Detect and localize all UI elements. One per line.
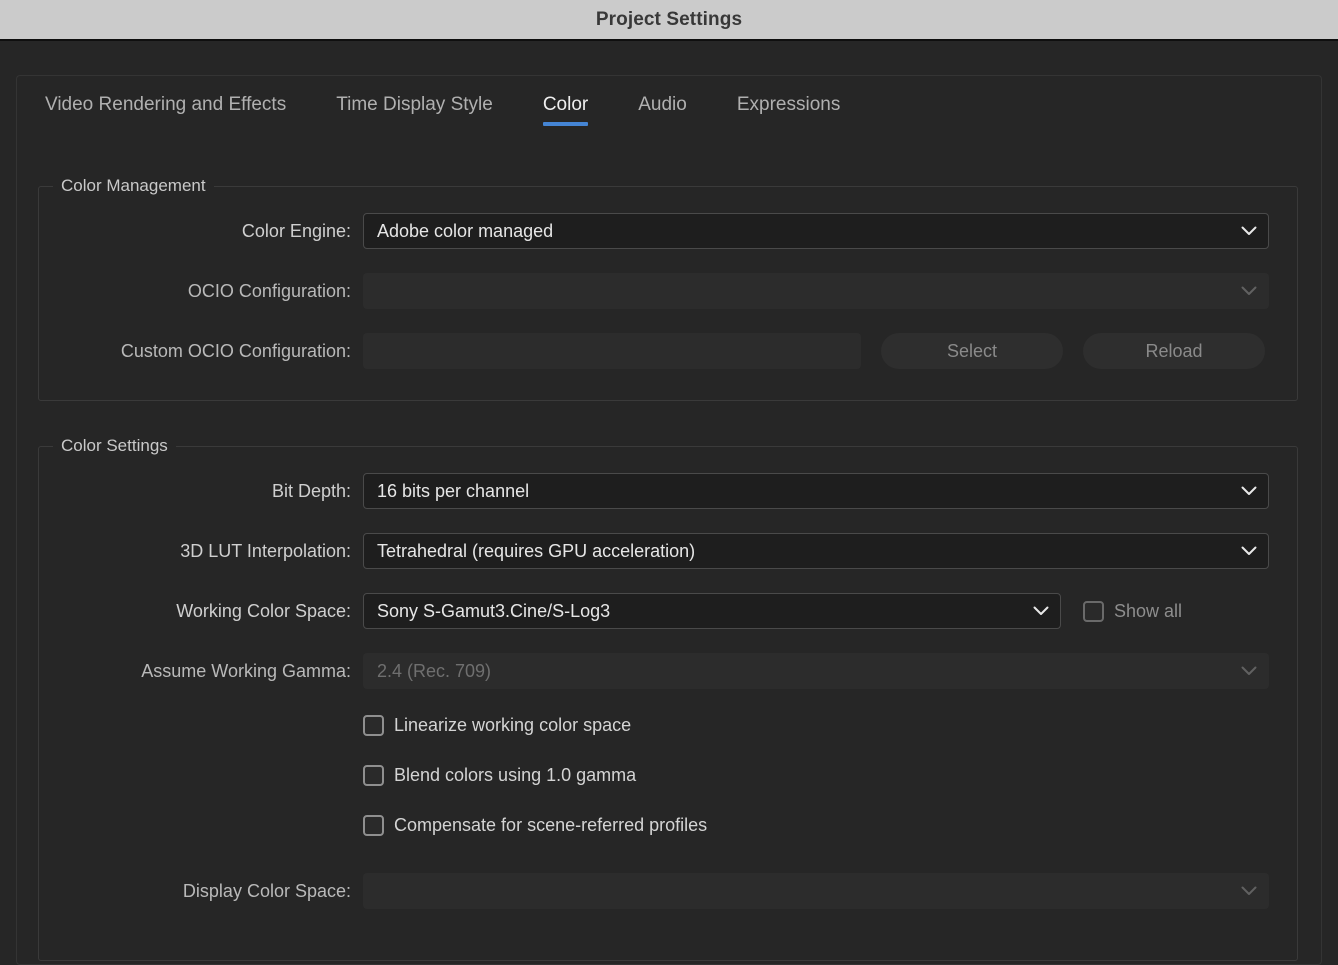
checkbox-blend-colors-using-1-0-gamma[interactable]: Blend colors using 1.0 gamma xyxy=(363,765,636,786)
checkbox-label: Linearize working color space xyxy=(394,715,631,736)
ocio-configuration-dropdown xyxy=(363,273,1269,309)
checkbox-label: Blend colors using 1.0 gamma xyxy=(394,765,636,786)
window-titlebar: Project Settings xyxy=(0,0,1338,41)
tab-panel: Video Rendering and Effects Time Display… xyxy=(16,75,1322,965)
show-all-label: Show all xyxy=(1114,601,1182,622)
assume-working-gamma-label: Assume Working Gamma: xyxy=(39,661,351,682)
chevron-down-icon xyxy=(1241,886,1257,896)
tab-label: Video Rendering and Effects xyxy=(45,94,286,115)
display-color-space-label: Display Color Space: xyxy=(39,881,351,902)
group-color-settings-legend: Color Settings xyxy=(53,436,176,456)
tab-label: Time Display Style xyxy=(336,94,493,115)
tab-label: Audio xyxy=(638,94,687,115)
group-color-management-legend: Color Management xyxy=(53,176,214,196)
select-button: Select xyxy=(881,333,1063,369)
assume-working-gamma-dropdown: 2.4 (Rec. 709) xyxy=(363,653,1269,689)
row-color-engine: Color Engine: Adobe color managed xyxy=(39,213,1279,249)
chevron-down-icon xyxy=(1241,226,1257,236)
assume-working-gamma-value: 2.4 (Rec. 709) xyxy=(364,661,491,682)
project-settings-dialog: Video Rendering and Effects Time Display… xyxy=(0,43,1338,950)
working-color-space-dropdown[interactable]: Sony S-Gamut3.Cine/S-Log3 xyxy=(363,593,1061,629)
tab-audio[interactable]: Audio xyxy=(638,94,687,126)
checkbox-box[interactable] xyxy=(363,815,384,836)
working-color-space-value: Sony S-Gamut3.Cine/S-Log3 xyxy=(364,601,610,622)
lut-interpolation-dropdown[interactable]: Tetrahedral (requires GPU acceleration) xyxy=(363,533,1269,569)
row-ocio-configuration: OCIO Configuration: xyxy=(39,273,1279,309)
custom-ocio-configuration-input xyxy=(363,333,861,369)
show-all-checkbox-row: Show all xyxy=(1083,601,1182,622)
chevron-down-icon xyxy=(1033,606,1049,616)
row-assume-working-gamma: Assume Working Gamma: 2.4 (Rec. 709) xyxy=(39,653,1279,689)
chevron-down-icon xyxy=(1241,286,1257,296)
row-working-color-space: Working Color Space: Sony S-Gamut3.Cine/… xyxy=(39,593,1279,629)
checkbox-box[interactable] xyxy=(363,765,384,786)
lut-interpolation-label: 3D LUT Interpolation: xyxy=(39,541,351,562)
tab-time-display-style[interactable]: Time Display Style xyxy=(336,94,493,126)
bit-depth-dropdown[interactable]: 16 bits per channel xyxy=(363,473,1269,509)
group-color-settings: Color Settings Bit Depth: 16 bits per ch… xyxy=(38,446,1298,961)
row-display-color-space: Display Color Space: xyxy=(39,873,1279,909)
reload-button: Reload xyxy=(1083,333,1265,369)
ocio-configuration-label: OCIO Configuration: xyxy=(39,281,351,302)
lut-interpolation-value: Tetrahedral (requires GPU acceleration) xyxy=(364,541,695,562)
color-engine-label: Color Engine: xyxy=(39,221,351,242)
tab-strip: Video Rendering and Effects Time Display… xyxy=(17,76,890,136)
chevron-down-icon xyxy=(1241,486,1257,496)
checkbox-linearize-working-color-space[interactable]: Linearize working color space xyxy=(363,715,631,736)
tab-label: Color xyxy=(543,94,588,115)
color-engine-dropdown[interactable]: Adobe color managed xyxy=(363,213,1269,249)
row-lut-interpolation: 3D LUT Interpolation: Tetrahedral (requi… xyxy=(39,533,1279,569)
checkbox-box[interactable] xyxy=(363,715,384,736)
custom-ocio-configuration-label: Custom OCIO Configuration: xyxy=(39,341,351,362)
tab-expressions[interactable]: Expressions xyxy=(737,94,841,126)
show-all-checkbox xyxy=(1083,601,1104,622)
checkbox-label: Compensate for scene-referred profiles xyxy=(394,815,707,836)
display-color-space-dropdown xyxy=(363,873,1269,909)
checkbox-compensate-for-scene-referred-profiles[interactable]: Compensate for scene-referred profiles xyxy=(363,815,707,836)
working-color-space-label: Working Color Space: xyxy=(39,601,351,622)
row-custom-ocio-configuration: Custom OCIO Configuration: Select Reload xyxy=(39,333,1279,369)
tab-label: Expressions xyxy=(737,94,841,115)
group-color-management: Color Management Color Engine: Adobe col… xyxy=(38,186,1298,401)
window-title: Project Settings xyxy=(596,9,742,31)
tab-video-rendering-and-effects[interactable]: Video Rendering and Effects xyxy=(45,94,286,126)
chevron-down-icon xyxy=(1241,666,1257,676)
bit-depth-label: Bit Depth: xyxy=(39,481,351,502)
tab-color[interactable]: Color xyxy=(543,94,588,126)
chevron-down-icon xyxy=(1241,546,1257,556)
row-bit-depth: Bit Depth: 16 bits per channel xyxy=(39,473,1279,509)
color-engine-value: Adobe color managed xyxy=(364,221,553,242)
bit-depth-value: 16 bits per channel xyxy=(364,481,529,502)
